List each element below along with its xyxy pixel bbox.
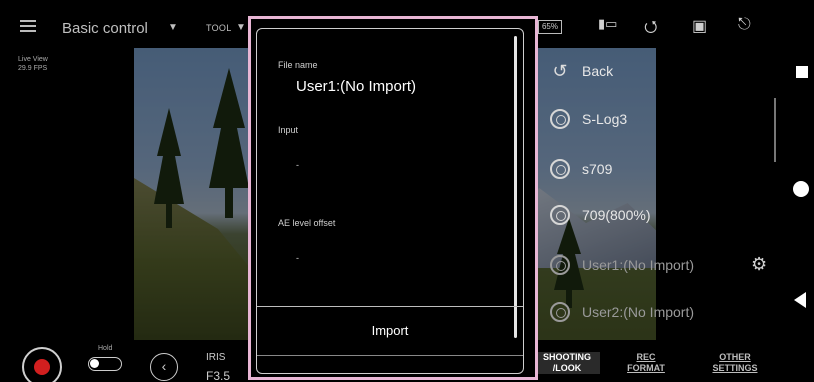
radio-icon [550, 159, 570, 179]
tool-select[interactable]: TOOL [206, 23, 232, 33]
live-view-info: Live View 29.9 FPS [18, 55, 48, 73]
tab-other-settings[interactable]: OTHER SETTINGS [700, 352, 770, 374]
menu-item-label: User1:(No Import) [582, 257, 695, 273]
tab-label: SETTINGS [712, 363, 758, 373]
tab-label: SHOOTING [542, 352, 591, 362]
hamburger-menu-icon[interactable] [20, 20, 36, 32]
tab-label: FORMAT [627, 363, 665, 373]
input-label: Input [278, 125, 299, 135]
gear-icon[interactable]: ⚙ [751, 254, 767, 275]
menu-item-label: Back [582, 63, 614, 79]
caret-down-icon[interactable]: ▼ [236, 22, 246, 33]
record-button[interactable] [22, 347, 62, 382]
unlock-icon[interactable]: ⎋ [738, 16, 751, 34]
radio-icon [550, 109, 570, 129]
menu-item-label: User2:(No Import) [582, 304, 695, 320]
tab-shooting-look[interactable]: SHOOTING /LOOK [534, 352, 600, 374]
back-triangle-icon[interactable] [794, 292, 806, 308]
stop-square-icon[interactable] [796, 66, 808, 78]
back-icon: ↺ [552, 61, 568, 81]
menu-item-s709[interactable]: s709 [550, 156, 612, 182]
tab-label: REC [636, 352, 656, 362]
iris-value[interactable]: F3.5 [206, 369, 230, 382]
chevron-left-icon[interactable]: ‹ [150, 353, 178, 381]
menu-item-slog3[interactable]: S-Log3 [550, 106, 627, 132]
menu-item-back[interactable]: ↺ Back [550, 58, 613, 84]
ae-level-offset-label: AE level offset [278, 218, 336, 228]
live-view-label: Live View [18, 56, 48, 63]
tab-label: /LOOK [552, 363, 582, 373]
menu-item-label: s709 [582, 161, 613, 177]
ae-level-offset-value: - [296, 253, 299, 263]
dialog-divider [257, 355, 523, 356]
tab-label: OTHER [719, 352, 751, 362]
menu-item-label: S-Log3 [582, 111, 628, 127]
focus-frame-icon[interactable]: ▣ [692, 16, 707, 36]
import-button[interactable]: Import [257, 307, 523, 355]
radio-icon [550, 205, 570, 225]
menu-item-label: 709(800%) [582, 207, 651, 223]
hold-toggle[interactable] [88, 357, 122, 371]
file-name-label: File name [278, 60, 318, 70]
frame-rate-label: 29.9 FPS [18, 65, 48, 72]
hold-label: Hold [98, 345, 113, 352]
dialog-scrollbar[interactable] [514, 36, 517, 338]
monitor-icon[interactable]: ▮▭ [598, 16, 617, 32]
input-value: - [296, 160, 299, 170]
radio-icon [550, 255, 570, 275]
tab-rec-format[interactable]: REC FORMAT [620, 352, 672, 374]
caret-down-icon[interactable]: ▼ [168, 22, 178, 33]
menu-item-709-800[interactable]: 709(800%) [550, 202, 651, 228]
home-circle-icon[interactable] [793, 181, 809, 197]
rotate-icon[interactable]: ⭯ [644, 16, 657, 43]
menu-item-user1[interactable]: User1:(No Import) [550, 252, 694, 278]
mode-select[interactable]: Basic control [62, 20, 148, 37]
battery-indicator: 65% [538, 20, 562, 34]
scroll-track [774, 98, 776, 162]
file-name-value: User1:(No Import) [296, 78, 417, 95]
radio-icon [550, 302, 570, 322]
menu-item-user2[interactable]: User2:(No Import) [550, 299, 694, 325]
iris-label: IRIS [206, 352, 226, 363]
